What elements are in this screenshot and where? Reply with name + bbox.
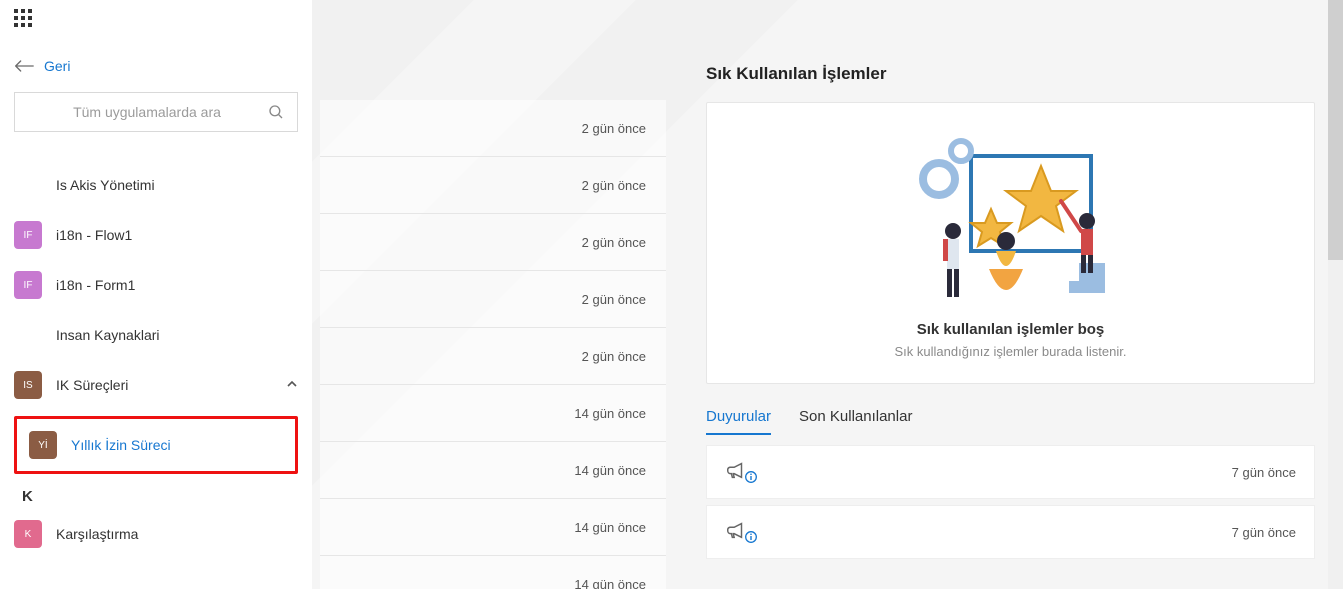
time-label: 2 gün önce — [582, 235, 646, 250]
badge-icon: IF — [14, 221, 42, 249]
time-label: 2 gün önce — [582, 349, 646, 364]
info-icon — [745, 471, 757, 483]
apps-grid-icon[interactable] — [14, 9, 32, 27]
sidebar: Geri Is Akis Yönetimi IF i18n - Flow1 IF… — [0, 36, 312, 589]
time-row[interactable]: 2 gün önce — [320, 100, 666, 157]
time-row[interactable]: 2 gün önce — [320, 157, 666, 214]
tabs: Duyurular Son Kullanılanlar — [706, 408, 1315, 435]
time-row[interactable]: 14 gün önce — [320, 442, 666, 499]
search-input[interactable] — [27, 104, 267, 120]
main-area: 2 gün önce 2 gün önce 2 gün önce 2 gün ö… — [312, 0, 1343, 589]
right-column: Sık Kullanılan İşlemler — [706, 64, 1315, 565]
badge-icon: Yİ — [29, 431, 57, 459]
back-arrow-icon — [14, 59, 34, 73]
sidebar-item-label: Karşılaştırma — [56, 526, 298, 542]
time-label: 14 gün önce — [574, 577, 646, 589]
empty-state-illustration — [901, 131, 1121, 311]
sidebar-item-label: i18n - Flow1 — [56, 227, 298, 243]
frequent-ops-empty-card: Sık kullanılan işlemler boş Sık kullandı… — [706, 102, 1315, 384]
megaphone-icon — [725, 459, 757, 486]
tab-duyurular[interactable]: Duyurular — [706, 408, 771, 435]
time-row[interactable]: 2 gün önce — [320, 214, 666, 271]
time-row[interactable]: 2 gün önce — [320, 271, 666, 328]
time-label: 14 gün önce — [574, 520, 646, 535]
time-row[interactable]: 14 gün önce — [320, 499, 666, 556]
scrollbar-track[interactable] — [1328, 0, 1343, 589]
empty-subtitle: Sık kullandığınız işlemler burada listen… — [727, 344, 1294, 359]
scrollbar-thumb[interactable] — [1328, 0, 1343, 260]
empty-title: Sık kullanılan işlemler boş — [727, 321, 1294, 338]
megaphone-icon — [725, 519, 757, 546]
time-row[interactable]: 14 gün önce — [320, 556, 666, 589]
sidebar-item-label: Insan Kaynaklari — [56, 327, 298, 343]
sidebar-item-insan-kaynaklari[interactable]: Insan Kaynaklari — [14, 310, 298, 360]
sidebar-item-karsilastirma[interactable]: K Karşılaştırma — [14, 509, 298, 559]
sidebar-item-label: i18n - Form1 — [56, 277, 298, 293]
back-label: Geri — [44, 58, 70, 74]
sidebar-item-yillik-izin[interactable]: Yİ Yıllık İzin Süreci — [19, 423, 293, 467]
announcements-list: 7 gün önce 7 gün önce — [706, 445, 1315, 559]
sidebar-item-label: Is Akis Yönetimi — [56, 177, 298, 193]
sidebar-item-i18n-form1[interactable]: IF i18n - Form1 — [14, 260, 298, 310]
time-label: 2 gün önce — [582, 121, 646, 136]
sidebar-subitem-highlight: Yİ Yıllık İzin Süreci — [14, 416, 298, 474]
announcement-time: 7 gün önce — [1232, 465, 1296, 480]
badge-icon: IS — [14, 371, 42, 399]
sidebar-letter-header: K — [22, 488, 298, 505]
sidebar-item-is-akis[interactable]: Is Akis Yönetimi — [14, 160, 298, 210]
sidebar-item-label: Yıllık İzin Süreci — [71, 437, 293, 453]
badge-icon: K — [14, 520, 42, 548]
sidebar-item-ik-surecleri[interactable]: IS IK Süreçleri — [14, 360, 298, 410]
sidebar-item-label: IK Süreçleri — [56, 377, 272, 393]
time-label: 14 gün önce — [574, 463, 646, 478]
announcement-time: 7 gün önce — [1232, 525, 1296, 540]
time-row[interactable]: 14 gün önce — [320, 385, 666, 442]
tab-son-kullanilanlar[interactable]: Son Kullanılanlar — [799, 408, 912, 435]
time-row[interactable]: 2 gün önce — [320, 328, 666, 385]
sidebar-list: Is Akis Yönetimi IF i18n - Flow1 IF i18n… — [0, 160, 312, 559]
announcement-row[interactable]: 7 gün önce — [706, 505, 1315, 559]
frequent-ops-title: Sık Kullanılan İşlemler — [706, 64, 1315, 84]
search-box[interactable] — [14, 92, 298, 132]
announcement-row[interactable]: 7 gün önce — [706, 445, 1315, 499]
badge-icon: IF — [14, 271, 42, 299]
recent-time-list: 2 gün önce 2 gün önce 2 gün önce 2 gün ö… — [320, 100, 666, 589]
info-icon — [745, 531, 757, 543]
time-label: 14 gün önce — [574, 406, 646, 421]
chevron-up-icon — [286, 377, 298, 393]
time-label: 2 gün önce — [582, 292, 646, 307]
time-label: 2 gün önce — [582, 178, 646, 193]
sidebar-item-i18n-flow1[interactable]: IF i18n - Flow1 — [14, 210, 298, 260]
back-button[interactable]: Geri — [0, 46, 312, 92]
search-icon — [267, 103, 285, 121]
